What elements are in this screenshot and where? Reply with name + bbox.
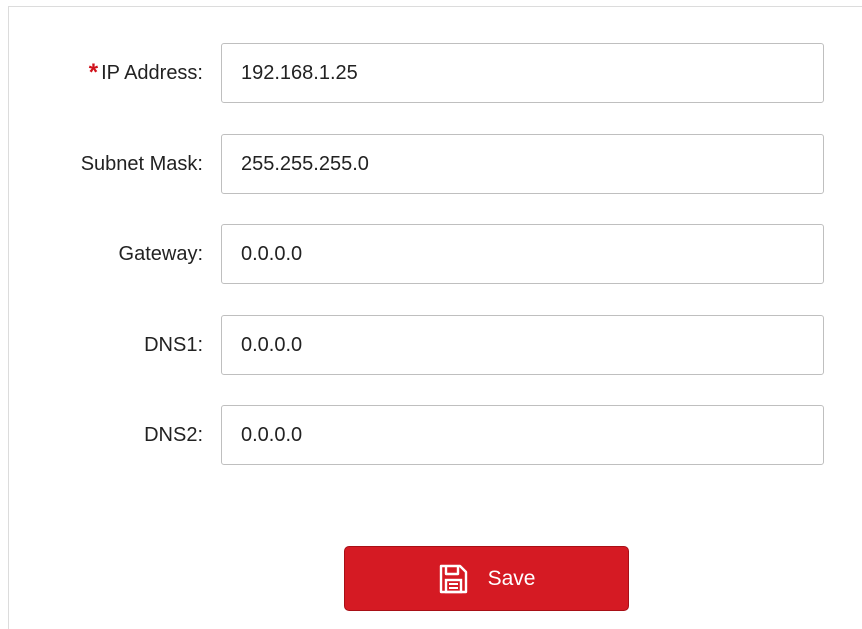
required-asterisk: * xyxy=(88,59,99,86)
save-button-label: Save xyxy=(487,566,536,590)
dns1-row: DNS1: xyxy=(9,315,862,375)
gateway-input[interactable] xyxy=(221,224,824,284)
dns1-input[interactable] xyxy=(221,315,824,375)
gateway-label: Gateway: xyxy=(118,243,203,265)
dns2-input[interactable] xyxy=(221,405,824,465)
dns2-label: DNS2: xyxy=(144,424,203,446)
ip-address-label-text: IP Address: xyxy=(101,62,203,84)
dns1-label: DNS1: xyxy=(144,334,203,356)
subnet-mask-row: Subnet Mask: xyxy=(9,134,862,194)
subnet-mask-input[interactable] xyxy=(221,134,824,194)
save-button[interactable]: Save xyxy=(344,546,629,611)
ip-address-input[interactable] xyxy=(221,43,824,103)
ip-address-row: * IP Address: xyxy=(9,43,862,103)
floppy-disk-icon xyxy=(438,564,468,594)
gateway-row: Gateway: xyxy=(9,224,862,284)
ip-address-label: * IP Address: xyxy=(89,43,203,103)
subnet-mask-label: Subnet Mask: xyxy=(80,153,203,175)
network-settings-panel: *IP Address: Subnet Mask: Gateway: DNS1:… xyxy=(8,6,862,629)
dns2-row: DNS2: xyxy=(9,405,862,465)
